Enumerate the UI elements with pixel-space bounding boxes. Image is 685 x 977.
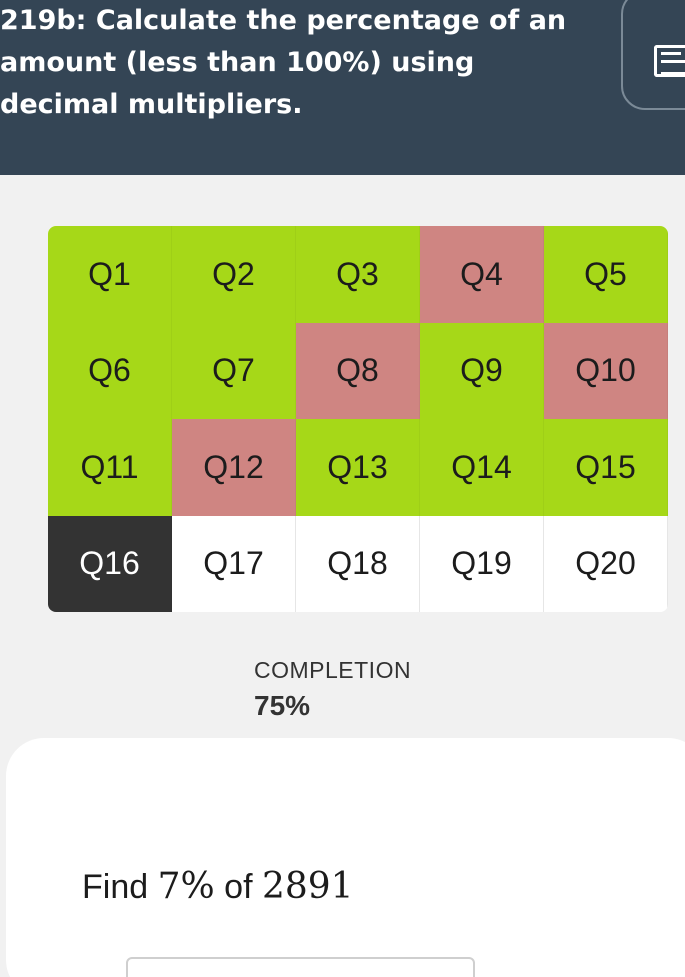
question-cell-18[interactable]: Q18 bbox=[296, 515, 420, 612]
question-cell-19[interactable]: Q19 bbox=[420, 515, 544, 612]
question-cell-4[interactable]: Q4 bbox=[420, 226, 544, 323]
question-cell-16[interactable]: Q16 bbox=[48, 515, 172, 612]
question-text: Find 7% of 2891 bbox=[82, 866, 354, 907]
question-cell-2[interactable]: Q2 bbox=[172, 226, 296, 323]
question-middle: of bbox=[214, 868, 262, 906]
question-cell-15[interactable]: Q15 bbox=[544, 419, 668, 516]
question-cell-14[interactable]: Q14 bbox=[420, 419, 544, 516]
question-cell-3[interactable]: Q3 bbox=[296, 226, 420, 323]
question-cell-5[interactable]: Q5 bbox=[544, 226, 668, 323]
question-cell-8[interactable]: Q8 bbox=[296, 322, 420, 419]
calculator-icon[interactable] bbox=[654, 45, 685, 77]
question-cell-20[interactable]: Q20 bbox=[544, 515, 668, 612]
question-cell-10[interactable]: Q10 bbox=[544, 322, 668, 419]
header-bar: 219b: Calculate the percentage of an amo… bbox=[0, 0, 685, 175]
question-card bbox=[6, 738, 685, 977]
question-cell-7[interactable]: Q7 bbox=[172, 322, 296, 419]
question-cell-13[interactable]: Q13 bbox=[296, 419, 420, 516]
question-grid: Q1 Q2 Q3 Q4 Q5 Q6 Q7 Q8 Q9 Q10 Q11 Q12 Q… bbox=[48, 226, 668, 612]
answer-input[interactable] bbox=[126, 957, 475, 977]
question-amount: 2891 bbox=[261, 866, 354, 907]
page-title: 219b: Calculate the percentage of an amo… bbox=[0, 5, 567, 120]
question-cell-11[interactable]: Q11 bbox=[48, 419, 172, 516]
question-cell-9[interactable]: Q9 bbox=[420, 322, 544, 419]
question-cell-12[interactable]: Q12 bbox=[172, 419, 296, 516]
question-cell-6[interactable]: Q6 bbox=[48, 322, 172, 419]
question-percent: 7% bbox=[157, 866, 215, 907]
question-prefix: Find bbox=[82, 868, 158, 906]
completion-label: COMPLETION bbox=[254, 657, 412, 683]
question-cell-17[interactable]: Q17 bbox=[172, 515, 296, 612]
completion-value: 75% bbox=[254, 690, 311, 721]
question-cell-1[interactable]: Q1 bbox=[48, 226, 172, 323]
